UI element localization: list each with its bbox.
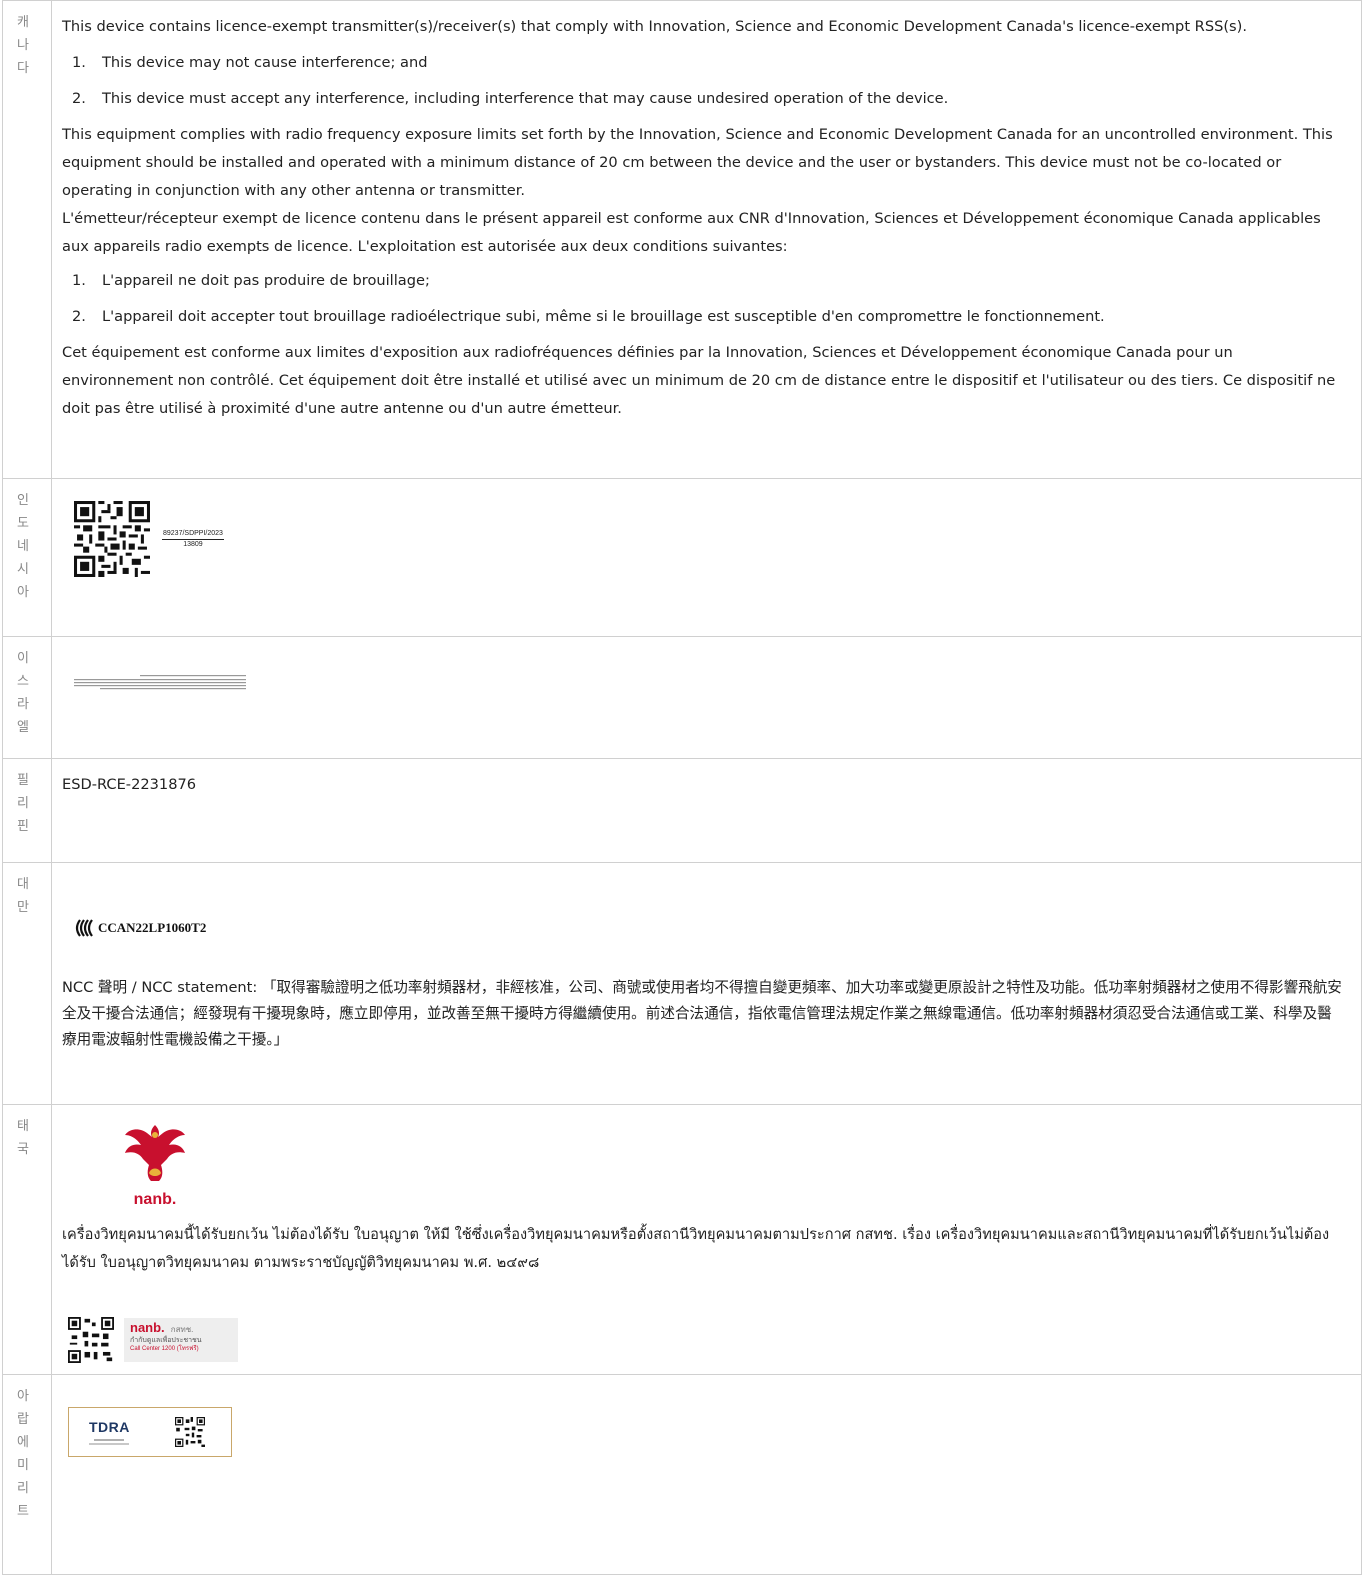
- row-israel: 이 스 라 엘: [2, 636, 1362, 759]
- content-cell: CCAN22LP1060T2 NCC 聲明 / NCC statement: 「…: [51, 862, 1362, 1105]
- country-cell: 필 리 핀: [2, 758, 52, 863]
- country-char: 랍: [17, 1412, 29, 1427]
- country-char: 이: [17, 651, 29, 666]
- country-cell: 태 국: [2, 1104, 52, 1375]
- country-char: 라: [17, 697, 29, 712]
- ncc-wave-icon: [75, 919, 93, 937]
- paragraph: This equipment complies with radio frequ…: [62, 126, 1333, 199]
- tdra-label: TDRA: [68, 1407, 232, 1457]
- tdra-logo-text: TDRA: [89, 1419, 130, 1435]
- regulatory-table: 캐 나 다 This device contains licence-exemp…: [2, 0, 1362, 1575]
- qr-code-icon: [175, 1417, 205, 1447]
- ncc-label: CCAN22LP1060T2: [72, 915, 1345, 941]
- content-cell: [51, 636, 1362, 759]
- country-char: 국: [17, 1142, 29, 1157]
- country-char: 네: [17, 539, 29, 554]
- content-cell: 89237/SDPPI/2023 13809: [51, 478, 1362, 637]
- country-char: 아: [17, 585, 29, 600]
- country-char: 스: [17, 674, 29, 689]
- row-taiwan: 대 만 CCAN22LP1060T2 NCC 聲明 / NCC statemen…: [2, 862, 1362, 1105]
- row-indonesia: 인 도 네 시 아 89237/SDPPI/2023 13809: [2, 478, 1362, 637]
- ncc-statement: NCC 聲明 / NCC statement: 「取得審驗證明之低功率射頻器材，…: [62, 979, 1342, 1048]
- country-char: 대: [17, 877, 29, 892]
- content-cell: nanb. เครื่องวิทยุคมนาคมนี้ได้รับยกเว้น …: [51, 1104, 1362, 1375]
- country-char: 만: [17, 900, 29, 915]
- qr-code-icon: [74, 501, 150, 577]
- nbtc-logo: nanb.: [120, 1121, 190, 1208]
- country-char: 리: [17, 1481, 29, 1496]
- country-char: 미: [17, 1458, 29, 1473]
- country-char: 에: [17, 1435, 29, 1450]
- paragraph: Cet équipement est conforme aux limites …: [62, 344, 1336, 417]
- ncc-id: CCAN22LP1060T2: [98, 920, 207, 935]
- content-cell: TDRA: [51, 1374, 1362, 1575]
- list-item: 1. This device may not cause interference…: [72, 54, 428, 71]
- garuda-emblem-icon: [125, 1125, 185, 1181]
- row-philippines: 필 리 핀 ESD-RCE-2231876: [2, 758, 1362, 863]
- country-cell: 대 만: [2, 862, 52, 1105]
- paragraph: This device contains licence-exempt tran…: [62, 18, 1247, 35]
- country-char: 태: [17, 1119, 29, 1134]
- country-cell: 인 도 네 시 아: [2, 478, 52, 637]
- country-cell: 이 스 라 엘: [2, 636, 52, 759]
- tdra-logo: TDRA: [89, 1419, 130, 1445]
- country-cell: 캐 나 다: [2, 0, 52, 479]
- tdra-sub-line: [89, 1443, 130, 1445]
- list-item-text: This device may not cause interference; …: [102, 54, 428, 71]
- ntc-code: ESD-RCE-2231876: [62, 776, 197, 793]
- nbtc-badge: nanb. กสทช. กำกับดูแลเพื่อประชาชน Call C…: [68, 1317, 1345, 1363]
- country-char: 아: [17, 1389, 29, 1404]
- list-item-text: L'appareil ne doit pas produire de broui…: [102, 272, 430, 289]
- country-char: 핀: [17, 819, 29, 834]
- condition-list: 1. L'appareil ne doit pas produire de bro…: [62, 261, 1345, 335]
- country-char: 캐: [17, 15, 29, 30]
- cert-number-bottom: 13809: [183, 540, 203, 548]
- condition-list: 1. This device may not cause interference…: [62, 41, 1345, 117]
- country-cell: 아 랍 에 미 리 트: [2, 1374, 52, 1575]
- country-char: 다: [17, 61, 29, 76]
- list-item: 2. L'appareil doit accepter tout brouilla…: [72, 308, 1105, 325]
- list-item-text: This device must accept any interference…: [102, 90, 949, 107]
- badge-line1: กำกับดูแลเพื่อประชาชน: [130, 1337, 202, 1344]
- list-item: 1. L'appareil ne doit pas produire de bro…: [72, 272, 430, 289]
- badge-thai: กสทช.: [170, 1325, 194, 1334]
- list-item: 2. This device must accept any interferen…: [72, 90, 949, 107]
- tdra-sub-line: [94, 1439, 125, 1441]
- row-canada: 캐 나 다 This device contains licence-exemp…: [2, 0, 1362, 479]
- nbtc-logo-text: nanb.: [133, 1191, 177, 1208]
- hebrew-notice-image: [74, 675, 246, 690]
- content-cell: ESD-RCE-2231876: [51, 758, 1362, 863]
- country-char: 엘: [17, 720, 29, 735]
- list-item-text: L'appareil doit accepter tout brouillage…: [102, 308, 1105, 325]
- country-char: 인: [17, 493, 29, 508]
- nbtc-callcenter-card: nanb. กสทช. กำกับดูแลเพื่อประชาชน Call C…: [124, 1318, 238, 1362]
- country-char: 도: [17, 516, 29, 531]
- country-char: 트: [17, 1504, 29, 1519]
- paragraph: L'émetteur/récepteur exempt de licence c…: [62, 210, 1321, 255]
- country-char: 시: [17, 562, 29, 577]
- cert-number-top: 89237/SDPPI/2023: [162, 529, 224, 540]
- content-cell: This device contains licence-exempt tran…: [51, 0, 1362, 479]
- badge-brand: nanb.: [130, 1320, 165, 1335]
- row-uae: 아 랍 에 미 리 트 TDRA: [2, 1374, 1362, 1575]
- thai-statement: เครื่องวิทยุคมนาคมนี้ได้รับยกเว้น ไม่ต้อ…: [62, 1226, 1330, 1271]
- row-thailand: 태 국 nanb. เครื่องวิทยุคมนาคมนี้ได้รับยกเ…: [2, 1104, 1362, 1375]
- country-char: 필: [17, 773, 29, 788]
- badge-line2: Call Center 1200 (โทรฟรี): [130, 1346, 199, 1352]
- qr-code-icon: [68, 1317, 114, 1363]
- sdppi-label: 89237/SDPPI/2023 13809: [62, 487, 1345, 577]
- cert-number: 89237/SDPPI/2023 13809: [162, 529, 224, 550]
- country-char: 리: [17, 796, 29, 811]
- country-char: 나: [17, 38, 29, 53]
